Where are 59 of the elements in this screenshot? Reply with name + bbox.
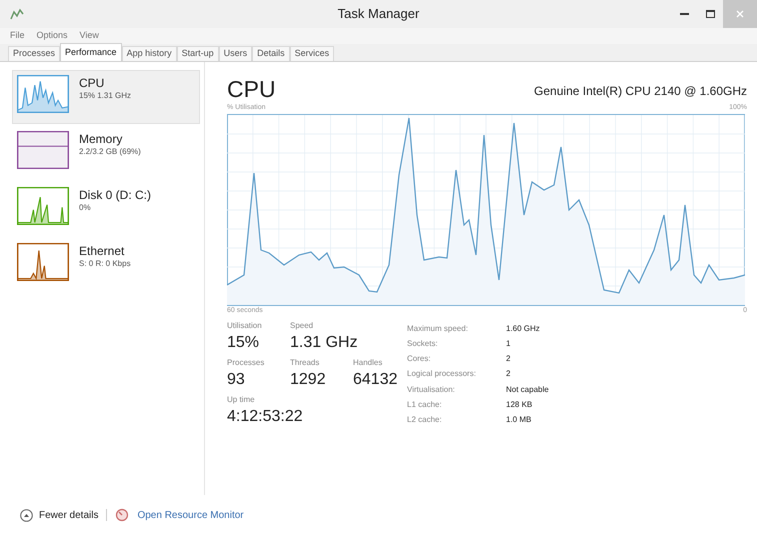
sidebar-item[interactable]: Memory 2.2/3.2 GB (69%) (12, 126, 200, 180)
item-title: Memory (79, 132, 124, 146)
detail-label: Logical processors: (407, 368, 477, 380)
sidebar-item[interactable]: Ethernet S: 0 R: 0 Kbps (12, 238, 200, 292)
stat-value: 93 (227, 370, 246, 390)
stat-label: Threads (290, 357, 320, 369)
menu-item[interactable]: View (80, 29, 99, 43)
detail-label: Cores: (407, 353, 432, 366)
stat-label: Utilisation (227, 320, 263, 332)
tab[interactable]: Details (252, 46, 290, 61)
item-title: Disk 0 (D: C:) (79, 188, 151, 202)
resource-monitor-icon (115, 508, 130, 522)
stat-value: 4:12:53:22 (227, 407, 303, 427)
window-title: Task Manager (338, 5, 420, 24)
panel-heading: CPU (227, 76, 276, 102)
stat-value: 15% (227, 333, 260, 353)
detail-label: Virtualisation: (407, 384, 456, 396)
item-subtitle: 2.2/3.2 GB (69%) (79, 146, 141, 158)
detail-value: Not capable (506, 384, 549, 396)
item-title: CPU (79, 76, 106, 90)
detail-label: L1 cache: (407, 398, 443, 411)
detail-value: 2 (506, 353, 512, 366)
processor-name: Genuine Intel(R) CPU 2140 @ 1.60GHz (534, 83, 747, 100)
collapse-icon (20, 508, 33, 522)
stat-label: Up time (227, 394, 256, 406)
stat-label: Speed (290, 320, 314, 332)
graph-thumbnail-drawing (17, 75, 69, 113)
graph-thumbnail-drawing (17, 187, 69, 225)
tab[interactable]: App history (122, 46, 177, 61)
sidebar-item[interactable]: Disk 0 (D: C:) 0% (12, 182, 200, 236)
tab[interactable]: Processes (8, 46, 60, 61)
item-title: Ethernet (79, 244, 126, 258)
detail-value: 1.60 GHz (506, 323, 541, 335)
detail-value: 1 (506, 338, 512, 350)
tab[interactable]: Users (218, 46, 252, 61)
resource-monitor-link[interactable]: Open Resource Monitor (137, 508, 244, 522)
stat-value: 1.31 GHz (290, 333, 358, 353)
tab[interactable]: Performance (60, 43, 122, 61)
detail-value: 2 (506, 368, 512, 380)
app-icon (10, 8, 24, 20)
detail-value: 128 KB (506, 398, 534, 411)
detail-label: L2 cache: (407, 414, 443, 426)
detail-value: 1.0 MB (506, 414, 532, 426)
graph-thumbnail-drawing (17, 131, 69, 169)
item-subtitle: 0% (79, 202, 92, 214)
item-subtitle: 15% 1.31 GHz (79, 90, 132, 102)
item-subtitle: S: 0 R: 0 Kbps (79, 258, 131, 270)
tab[interactable]: Services (290, 46, 334, 61)
menu-item[interactable]: Options (36, 29, 68, 43)
stat-value: 1292 (290, 370, 327, 390)
graph-thumbnail-drawing (17, 243, 69, 281)
menu-item[interactable]: File (10, 29, 25, 43)
detail-label: Sockets: (407, 338, 439, 350)
sidebar-item[interactable]: CPU 15% 1.31 GHz (12, 70, 200, 124)
fewer-details-button[interactable]: Fewer details (20, 508, 98, 522)
detail-label: Maximum speed: (407, 323, 469, 335)
tab[interactable]: Start-up (176, 46, 219, 61)
close-icon (736, 10, 744, 18)
stat-label: Processes (227, 357, 266, 369)
